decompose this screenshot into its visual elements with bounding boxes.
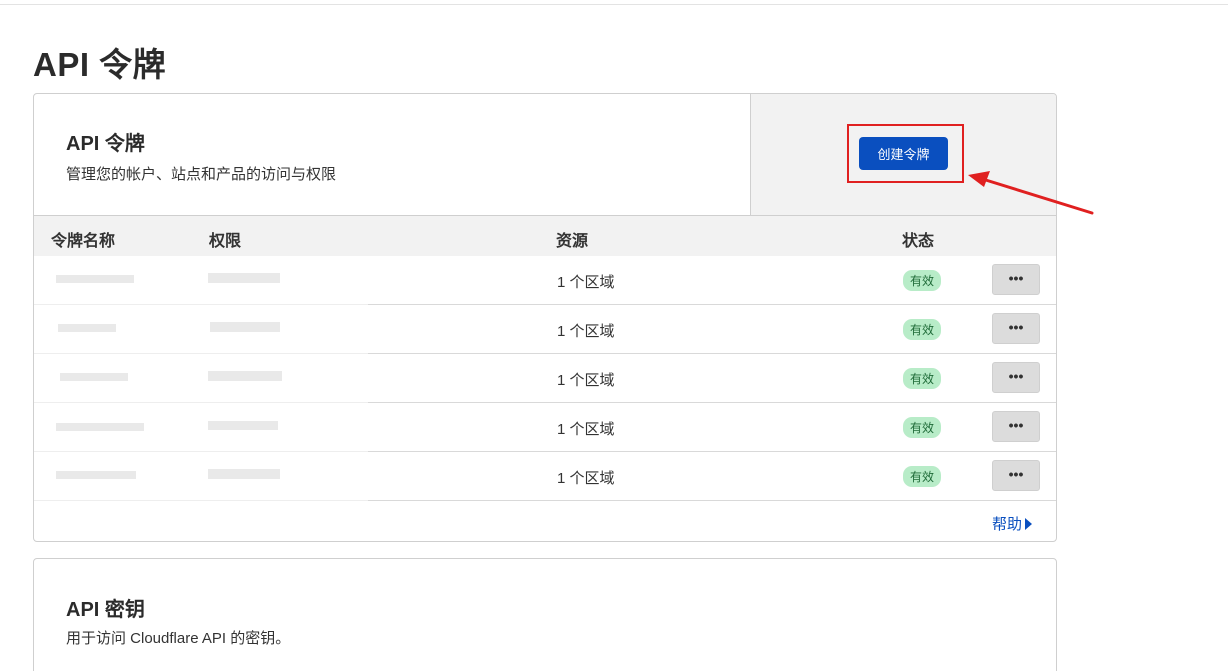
red-arrow-icon xyxy=(968,171,1094,215)
column-header-status: 状态 xyxy=(902,233,935,250)
ellipsis-icon: ••• xyxy=(1008,319,1024,335)
ellipsis-icon: ••• xyxy=(1008,368,1024,384)
more-actions-button[interactable]: ••• xyxy=(992,411,1040,442)
api-tokens-card: API 令牌 管理您的帐户、站点和产品的访问与权限 创建令牌 令牌名称 权限 资… xyxy=(33,93,1057,542)
resource-value: 1 个区域 xyxy=(557,274,615,291)
card-title: API 密钥 xyxy=(66,599,145,621)
ellipsis-icon: ••• xyxy=(1008,270,1024,286)
resource-value: 1 个区域 xyxy=(557,421,615,438)
column-header-permissions: 权限 xyxy=(209,233,242,250)
card-description: 用于访问 Cloudflare API 的密钥。 xyxy=(66,630,291,647)
more-actions-button[interactable]: ••• xyxy=(992,313,1040,344)
help-link[interactable]: 帮助 xyxy=(992,513,1033,534)
status-badge: 有效 xyxy=(903,417,942,438)
status-badge: 有效 xyxy=(903,270,942,291)
column-header-resources: 资源 xyxy=(556,233,589,250)
more-actions-button[interactable]: ••• xyxy=(992,264,1040,295)
column-header-token-name: 令牌名称 xyxy=(51,233,116,250)
redaction-blur xyxy=(34,256,368,503)
table-header: 令牌名称 权限 资源 状态 xyxy=(34,216,1056,256)
resource-value: 1 个区域 xyxy=(557,470,615,487)
resource-value: 1 个区域 xyxy=(557,323,615,340)
status-badge: 有效 xyxy=(903,319,942,340)
ellipsis-icon: ••• xyxy=(1008,417,1024,433)
top-divider xyxy=(0,4,1228,5)
card-header-info: API 令牌 管理您的帐户、站点和产品的访问与权限 xyxy=(34,94,750,215)
card-header: API 令牌 管理您的帐户、站点和产品的访问与权限 创建令牌 xyxy=(34,94,1056,216)
help-link-label: 帮助 xyxy=(992,516,1023,533)
caret-right-icon xyxy=(1025,518,1033,530)
create-token-button[interactable]: 创建令牌 xyxy=(859,137,948,170)
status-badge: 有效 xyxy=(903,466,942,487)
more-actions-button[interactable]: ••• xyxy=(992,460,1040,491)
page-title: API 令牌 xyxy=(33,46,167,83)
card-title: API 令牌 xyxy=(66,133,145,155)
resource-value: 1 个区域 xyxy=(557,372,615,389)
api-keys-card: API 密钥 用于访问 Cloudflare API 的密钥。 xyxy=(33,558,1057,671)
card-description: 管理您的帐户、站点和产品的访问与权限 xyxy=(66,166,337,183)
more-actions-button[interactable]: ••• xyxy=(992,362,1040,393)
ellipsis-icon: ••• xyxy=(1008,466,1024,482)
status-badge: 有效 xyxy=(903,368,942,389)
